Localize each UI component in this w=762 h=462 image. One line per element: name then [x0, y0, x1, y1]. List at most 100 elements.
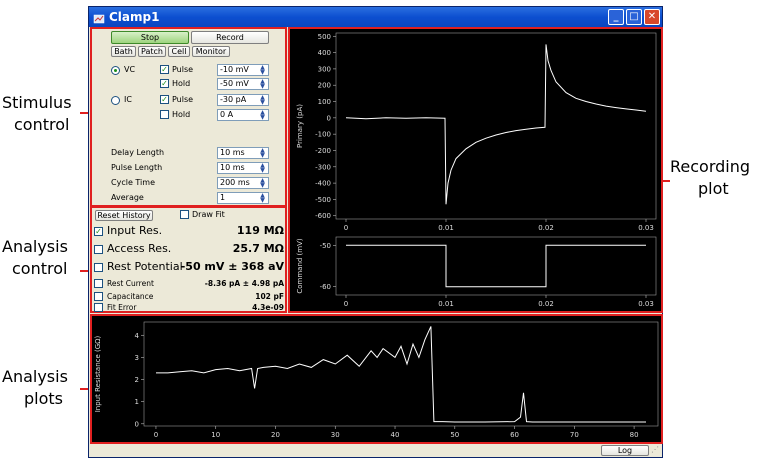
- rest-current-checkbox[interactable]: [94, 279, 103, 288]
- y-tick-label: 200: [318, 82, 331, 90]
- vc-pulse-spinbox[interactable]: -10 mV ▲ ▼: [217, 64, 269, 76]
- average-spinbox[interactable]: 1 ▲ ▼: [217, 192, 269, 204]
- bath-button[interactable]: Bath: [111, 46, 136, 57]
- ic-pulse-spinbox[interactable]: -30 pA ▲ ▼: [217, 94, 269, 106]
- y-tick-label: 1: [135, 398, 139, 406]
- app-icon: [93, 11, 105, 24]
- draw-fit-checkbox[interactable]: [180, 210, 189, 219]
- y-tick-label: -200: [315, 147, 331, 155]
- access-res-checkbox[interactable]: [94, 245, 103, 254]
- x-tick-label: 40: [391, 431, 400, 439]
- rest-potential-checkbox[interactable]: [94, 263, 103, 272]
- cell-button[interactable]: Cell: [168, 46, 190, 57]
- callout-analysis-control: Analysis control: [2, 236, 68, 280]
- spin-arrows-icon[interactable]: ▲ ▼: [258, 95, 267, 106]
- y-tick-label: 0: [327, 114, 331, 122]
- x-tick-label: 10: [211, 431, 220, 439]
- spin-arrows-icon[interactable]: ▲ ▼: [258, 163, 267, 174]
- minimize-button[interactable]: _: [608, 9, 624, 25]
- close-button[interactable]: ✕: [644, 9, 660, 25]
- analysis-row-access-res: Access Res. 25.7 MΩ: [94, 242, 286, 258]
- x-tick-label: 0: [344, 300, 348, 308]
- spin-arrows-icon[interactable]: ▲ ▼: [258, 110, 267, 121]
- spin-arrows-icon[interactable]: ▲ ▼: [258, 193, 267, 204]
- y-tick-label: -100: [315, 131, 331, 139]
- rest-potential-value: -50 mV ± 368 aV: [180, 260, 284, 273]
- stop-button[interactable]: Stop: [111, 31, 189, 44]
- analysis-row-rest-current: Rest Current -8.36 pA ± 4.98 pA: [94, 278, 286, 290]
- capacitance-checkbox[interactable]: [94, 292, 103, 301]
- monitor-button[interactable]: Monitor: [192, 46, 230, 57]
- ic-hold-spinbox[interactable]: 0 A ▲ ▼: [217, 109, 269, 121]
- y-tick-label: 3: [135, 354, 139, 362]
- x-tick-label: 30: [331, 431, 340, 439]
- ic-pulse-checkbox[interactable]: ✓: [160, 95, 169, 104]
- rest-potential-label: Rest Potential: [107, 260, 183, 273]
- ic-radio[interactable]: [111, 96, 120, 105]
- y-tick-label: 400: [318, 49, 331, 57]
- vc-label: VC: [124, 65, 136, 74]
- vc-radio[interactable]: [111, 66, 120, 75]
- y-tick-label: -500: [315, 196, 331, 204]
- analysis-plot[interactable]: 012340 10 20 30 40 50 60 70 80Input Resistance (…: [92, 316, 661, 442]
- cycle-time-label: Cycle Time: [111, 178, 155, 187]
- average-value: 1: [220, 193, 226, 202]
- x-tick-label: 0: [154, 431, 158, 439]
- analysis-input-resistance-frame: [143, 321, 659, 427]
- vc-hold-checkbox[interactable]: ✓: [160, 79, 169, 88]
- x-tick-label: 0.03: [638, 300, 654, 308]
- pulse-length-value: 10 ms: [220, 163, 245, 172]
- maximize-button[interactable]: □: [626, 9, 642, 25]
- access-res-value: 25.7 MΩ: [232, 242, 284, 255]
- analysis-row-rest-potential: Rest Potential -50 mV ± 368 aV: [94, 260, 286, 276]
- y-tick-label: 0: [135, 420, 139, 428]
- vc-hold-label: Hold: [172, 79, 191, 88]
- vc-pulse-checkbox[interactable]: ✓: [160, 65, 169, 74]
- reset-history-button[interactable]: Reset History: [95, 210, 153, 221]
- app-window: Clamp1 _ □ ✕ Stop Record Bath Patch Cell…: [88, 6, 663, 458]
- x-tick-label: 0.02: [538, 300, 554, 308]
- pulse-length-spinbox[interactable]: 10 ms ▲ ▼: [217, 162, 269, 174]
- recording-plot[interactable]: 5004003002001000-100-200-300-400-500-600…: [290, 29, 661, 311]
- recording-command-chart: -50 -60 0 0.01 0.02 0.03 Command (mV): [296, 236, 657, 308]
- log-button[interactable]: Log: [601, 445, 649, 456]
- minimize-icon: _: [613, 11, 619, 22]
- delay-length-label: Delay Length: [111, 148, 165, 157]
- y-tick-label: 4: [135, 332, 140, 340]
- ic-hold-label: Hold: [172, 110, 191, 119]
- ic-hold-value: 0 A: [220, 110, 234, 119]
- callout-stimulus-control: Stimulus control: [2, 92, 72, 136]
- cycle-time-value: 200 ms: [220, 178, 250, 187]
- fit-error-checkbox[interactable]: [94, 303, 103, 312]
- y-tick-label: 500: [318, 33, 331, 41]
- draw-fit-label: Draw Fit: [192, 210, 225, 219]
- resize-grip-icon[interactable]: ⋰: [651, 445, 659, 454]
- callout-analysis-control-line2: control: [12, 259, 68, 278]
- spin-arrows-icon[interactable]: ▲ ▼: [258, 148, 267, 159]
- callout-recording-line2: plot: [698, 179, 729, 198]
- input-res-checkbox[interactable]: ✓: [94, 227, 103, 236]
- x-tick-label: 60: [510, 431, 519, 439]
- vc-pulse-value: -10 mV: [220, 65, 249, 74]
- patch-button[interactable]: Patch: [138, 46, 166, 57]
- vc-hold-spinbox[interactable]: -50 mV ▲ ▼: [217, 78, 269, 90]
- x-tick-label: 0.02: [538, 224, 554, 232]
- delay-length-spinbox[interactable]: 10 ms ▲ ▼: [217, 147, 269, 159]
- spin-arrows-icon[interactable]: ▲ ▼: [258, 65, 267, 76]
- status-bar: Log ⋰: [89, 444, 662, 457]
- x-tick-label: 80: [630, 431, 639, 439]
- ic-hold-checkbox[interactable]: [160, 110, 169, 119]
- ic-label: IC: [124, 95, 132, 104]
- analysis-plots-panel: 0 1 2 3 4 0 10 20 30 40 50 60 70 80 Input Resistance (…: [90, 314, 663, 444]
- vc-hold-value: -50 mV: [220, 79, 249, 88]
- x-tick-label: 0.01: [438, 300, 454, 308]
- x-tick-label: 20: [271, 431, 280, 439]
- stimulus-control-panel: Stop Record Bath Patch Cell Monitor VC ✓…: [90, 27, 287, 207]
- analysis-control-panel: Reset History Draw Fit ✓ Input Res. 119 …: [90, 206, 287, 313]
- cycle-time-spinbox[interactable]: 200 ms ▲ ▼: [217, 177, 269, 189]
- record-button[interactable]: Record: [191, 31, 269, 44]
- spin-arrows-icon[interactable]: ▲ ▼: [258, 79, 267, 90]
- maximize-icon: □: [629, 11, 639, 22]
- title-bar: Clamp1 _ □ ✕: [89, 7, 662, 27]
- spin-arrows-icon[interactable]: ▲ ▼: [258, 178, 267, 189]
